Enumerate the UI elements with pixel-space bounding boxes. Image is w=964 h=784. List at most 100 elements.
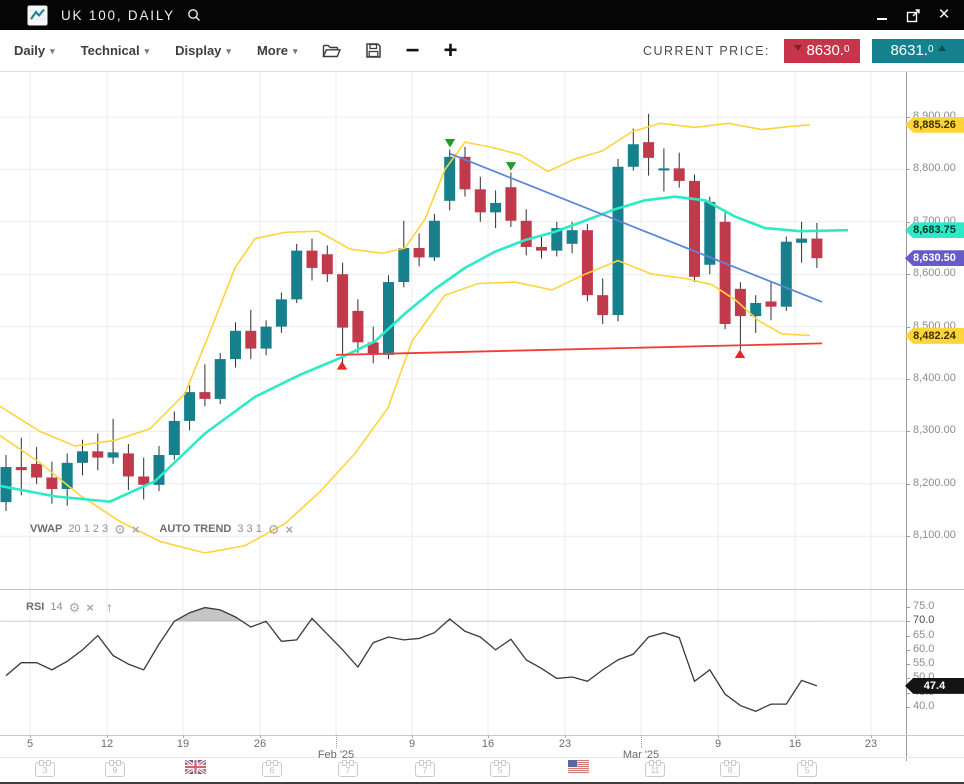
candle-body xyxy=(597,295,608,315)
time-axis-label: 9 xyxy=(715,738,721,750)
us-flag-icon[interactable] xyxy=(568,760,589,779)
menu-technical[interactable]: Technical▾ xyxy=(81,43,150,58)
price-tag: 8,482.24 xyxy=(905,328,964,344)
time-axis-label: 19 xyxy=(177,738,189,750)
month-tick-line xyxy=(641,735,643,748)
price-axis-tick xyxy=(906,117,910,118)
candle-body xyxy=(307,251,318,268)
zoom-out-button[interactable]: − xyxy=(406,41,420,61)
gear-icon[interactable]: ⚙ xyxy=(69,602,81,613)
price-axis-label: 8,800.00 xyxy=(913,162,956,174)
rsi-axis-tick xyxy=(906,650,910,651)
calendar-event-icon[interactable]: 7 xyxy=(338,762,358,777)
month-tick-line xyxy=(336,735,338,748)
gear-icon[interactable]: ⚙ xyxy=(268,524,280,535)
candle-body xyxy=(184,392,195,421)
candle-body xyxy=(582,230,593,295)
price-axis-tick xyxy=(906,536,910,537)
rsi-axis-tick xyxy=(906,678,910,679)
calendar-event-icon[interactable]: 11 xyxy=(645,762,665,777)
candle-body xyxy=(291,251,302,300)
pane-separator[interactable] xyxy=(0,589,964,590)
candle-body xyxy=(123,453,134,476)
candle-body xyxy=(169,421,180,455)
price-axis-label: 8,300.00 xyxy=(913,424,956,436)
candle-body xyxy=(811,239,822,259)
candle-body xyxy=(337,274,348,327)
candle-body xyxy=(215,359,226,399)
zoom-in-button[interactable]: + xyxy=(444,41,458,61)
remove-indicator-icon[interactable]: × xyxy=(132,524,140,535)
toolbar: Daily▾ Technical▾ Display▾ More▾ − + CUR… xyxy=(0,30,964,72)
save-icon[interactable] xyxy=(365,42,382,59)
menu-timeframe[interactable]: Daily▾ xyxy=(14,43,55,58)
calendar-event-icon[interactable]: 5 xyxy=(797,762,817,777)
move-pane-up-icon[interactable]: ↑ xyxy=(106,599,113,615)
price-axis-border xyxy=(906,72,907,761)
buy-signal-icon xyxy=(735,350,745,359)
rsi-axis-tick xyxy=(906,607,910,608)
popout-icon[interactable] xyxy=(905,7,921,23)
sell-signal-icon xyxy=(445,139,455,148)
candle-body xyxy=(245,331,256,349)
candle-body xyxy=(536,247,547,251)
ask-price-badge: 8631.0 xyxy=(872,39,964,63)
calendar-event-icon[interactable]: 6 xyxy=(262,762,282,777)
candle-body xyxy=(490,203,501,212)
bollinger-lower-line xyxy=(0,261,810,553)
candle-body xyxy=(31,464,42,478)
menu-more[interactable]: More▾ xyxy=(257,43,298,58)
minimize-icon[interactable] xyxy=(874,7,890,23)
close-icon[interactable]: × xyxy=(936,7,952,23)
bid-price-badge: 8630.0 xyxy=(784,39,860,63)
price-chart-pane[interactable] xyxy=(0,72,906,589)
search-icon[interactable] xyxy=(186,7,202,23)
chevron-down-icon: ▾ xyxy=(226,46,231,57)
rsi-axis-label: 75.0 xyxy=(913,600,934,612)
candle-body xyxy=(398,248,409,282)
remove-indicator-icon[interactable]: × xyxy=(285,524,293,535)
candle-body xyxy=(276,299,287,326)
menu-display[interactable]: Display▾ xyxy=(175,43,231,58)
time-axis-label: 23 xyxy=(865,738,877,750)
calendar-event-icon[interactable]: 7 xyxy=(415,762,435,777)
open-folder-icon[interactable] xyxy=(322,43,341,59)
candle-body xyxy=(720,222,731,324)
time-axis-label: 23 xyxy=(559,738,571,750)
current-price-panel: CURRENT PRICE: 8630.0 8631.0 xyxy=(643,39,964,63)
rsi-grid-layer xyxy=(0,590,906,735)
price-tag: 8,630.50 xyxy=(905,250,964,266)
candle-body xyxy=(796,239,807,243)
price-axis-tick xyxy=(906,484,910,485)
price-tag: 47.4 xyxy=(905,678,964,694)
rsi-line xyxy=(6,608,817,712)
rsi-indicator-label: RSI 14 ⚙ × ↑ xyxy=(26,599,113,615)
calendar-event-icon[interactable]: 5 xyxy=(490,762,510,777)
remove-indicator-icon[interactable]: × xyxy=(86,602,94,613)
candle-body xyxy=(689,181,700,277)
rsi-axis-tick xyxy=(906,636,910,637)
uk-flag-icon[interactable] xyxy=(185,760,206,779)
rsi-axis-label: 65.0 xyxy=(913,629,934,641)
price-axis-tick xyxy=(906,327,910,328)
time-axis-border xyxy=(0,735,964,736)
window-controls: × xyxy=(874,0,952,30)
price-axis-tick xyxy=(906,222,910,223)
current-price-label: CURRENT PRICE: xyxy=(643,44,770,58)
calendar-event-icon[interactable]: 8 xyxy=(720,762,740,777)
candle-body xyxy=(1,467,12,502)
candle-body xyxy=(567,230,578,244)
calendar-event-icon[interactable]: 3 xyxy=(35,762,55,777)
price-axis-tick xyxy=(906,379,910,380)
candle-body xyxy=(475,189,486,212)
rsi-chart-pane[interactable] xyxy=(0,590,906,735)
price-axis-label: 8,400.00 xyxy=(913,372,956,384)
rsi-axis-tick xyxy=(906,693,910,694)
chart-title: UK 100, DAILY xyxy=(61,8,175,23)
gear-icon[interactable]: ⚙ xyxy=(114,524,126,535)
vwap-indicator-label: VWAP 20 1 2 3 ⚙ × AUTO TREND 3 3 1 ⚙ × xyxy=(30,523,293,535)
calendar-event-icon[interactable]: 9 xyxy=(105,762,125,777)
candle-body xyxy=(108,452,119,457)
rsi-axis-label: 40.0 xyxy=(913,700,934,712)
rsi-axis-label: 55.0 xyxy=(913,657,934,669)
